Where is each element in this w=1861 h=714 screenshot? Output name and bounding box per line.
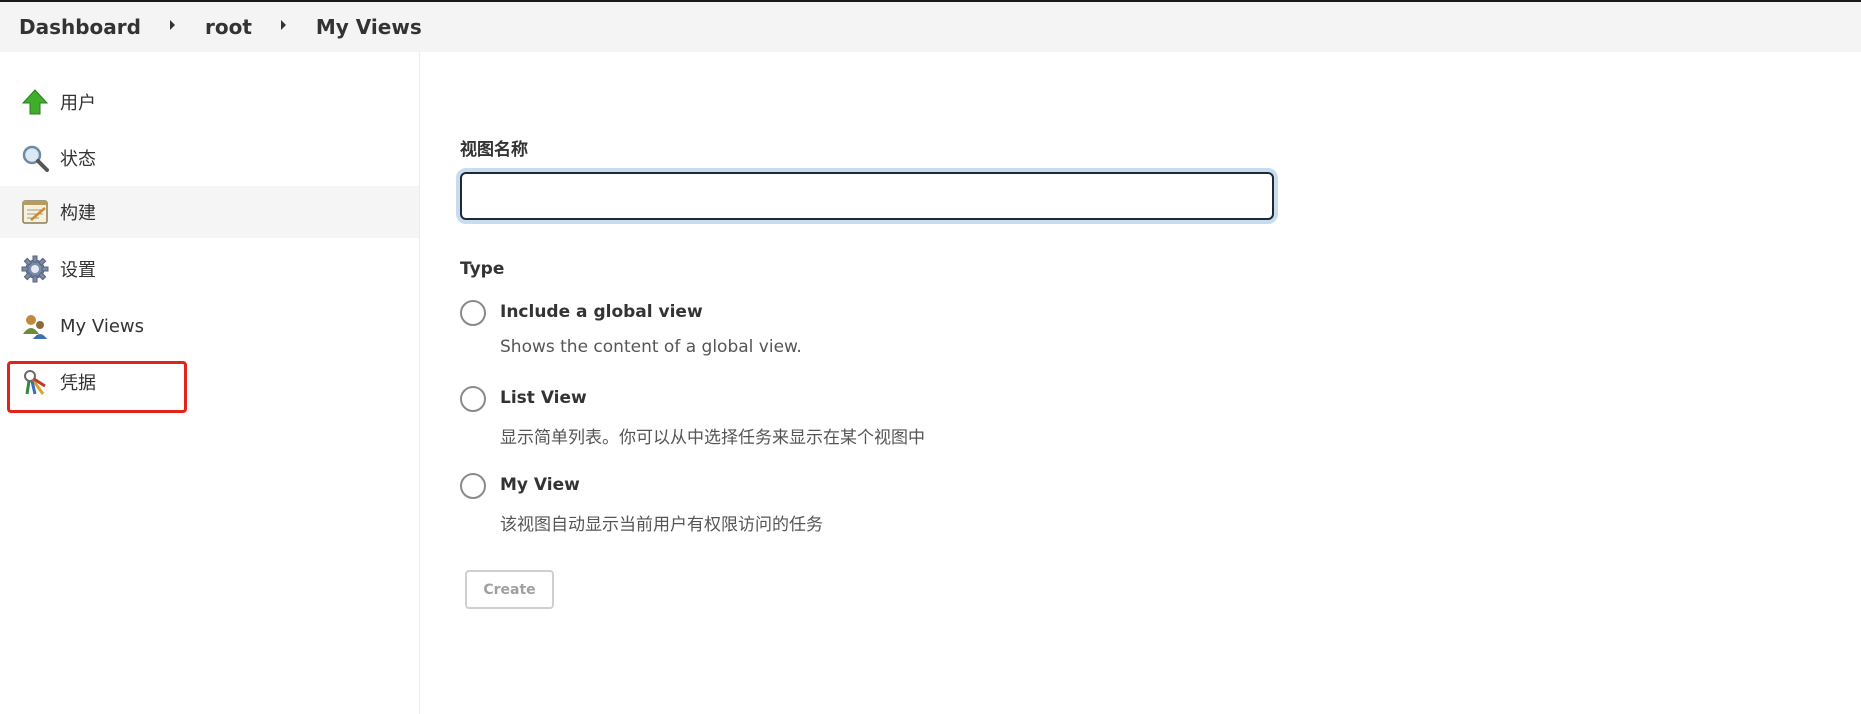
option-label[interactable]: List View [500, 388, 587, 408]
sidebar-item-label: 构建 [60, 203, 96, 224]
type-heading: Type [460, 259, 505, 279]
sidebar-item-users[interactable]: 用户 [0, 76, 419, 128]
radio-my-view[interactable] [460, 473, 486, 499]
option-label[interactable]: My View [500, 475, 580, 495]
view-name-input[interactable] [460, 172, 1274, 220]
radio-global-view[interactable] [460, 300, 486, 326]
sidebar-item-build[interactable]: 构建 [0, 186, 419, 238]
breadcrumb-my-views[interactable]: My Views [316, 15, 422, 39]
sidebar-item-label: 设置 [60, 260, 96, 281]
view-name-label: 视图名称 [460, 140, 528, 160]
create-button[interactable]: Create [465, 570, 554, 609]
sidebar-item-label: My Views [60, 315, 144, 337]
sidebar-item-my-views[interactable]: My Views [0, 300, 419, 352]
breadcrumb: Dashboard root My Views [0, 2, 1861, 52]
breadcrumb-root[interactable]: root [205, 15, 252, 39]
sidebar-item-label: 用户 [60, 93, 96, 114]
option-description: 显示简单列表。你可以从中选择任务来显示在某个视图中 [500, 428, 925, 448]
breadcrumb-dashboard[interactable]: Dashboard [19, 15, 141, 39]
highlight-annotation [7, 361, 187, 413]
sidebar-item-status[interactable]: 状态 [0, 132, 419, 184]
option-description: 该视图自动显示当前用户有权限访问的任务 [500, 515, 823, 535]
chevron-right-icon[interactable] [280, 20, 286, 30]
option-description: Shows the content of a global view. [500, 337, 802, 357]
magnifier-icon [21, 144, 49, 172]
option-label[interactable]: Include a global view [500, 302, 703, 322]
up-arrow-icon [21, 88, 49, 116]
users-icon [21, 312, 49, 340]
sidebar-item-settings[interactable]: 设置 [0, 243, 419, 295]
sidebar-item-label: 状态 [60, 149, 96, 170]
radio-list-view[interactable] [460, 386, 486, 412]
gear-icon [21, 255, 49, 283]
notepad-icon [21, 198, 49, 226]
chevron-right-icon[interactable] [169, 20, 175, 30]
